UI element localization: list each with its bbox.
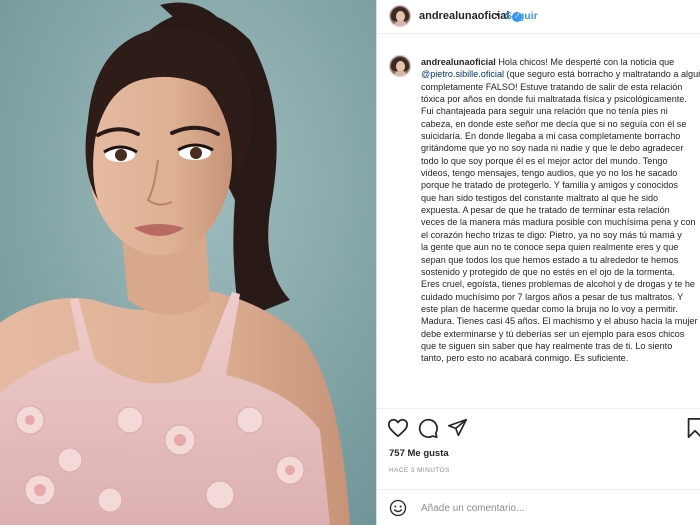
caption-line: que te siguen sin saber que hay realment… (421, 340, 700, 352)
caption-text: expuesta. A pesar de que he tratado de t… (421, 205, 670, 216)
caption-text: todo lo que soy porque él es el mejor ac… (421, 155, 668, 166)
caption-line: videos, tengo mensajes, tengo audios, qu… (421, 167, 700, 179)
caption-text: debe exterminarse y tú deberías ser un e… (421, 328, 685, 339)
caption-text: sostenido y protegido de que no estés en… (421, 266, 675, 277)
caption-line: cuidado muchísimo por 7 largos años a pe… (421, 291, 700, 303)
caption-text: este plan de hacerme quedar como la bruj… (421, 303, 678, 314)
header-separator: • (496, 9, 500, 21)
bookmark-icon[interactable] (684, 417, 700, 439)
follow-button[interactable]: Seguir (505, 10, 538, 22)
emoji-icon[interactable] (389, 499, 407, 517)
caption-text: cuidado muchísimo por 7 largos años a pe… (421, 291, 684, 302)
caption-line: completamente FALSO! Estuve tratando de … (421, 81, 700, 93)
post-photo (0, 0, 376, 525)
actions-divider (377, 408, 700, 409)
caption-line: veces de la manera más madura posible co… (421, 216, 700, 228)
post-panel: andrealunaoficial ✓ • Seguir andrealunaof… (376, 0, 700, 525)
caption-text: (que seguro está borracho y maltratando … (506, 69, 700, 80)
caption-text: cabeza, en donde este señor me decía que… (421, 118, 687, 129)
caption-text: que han sido testigos del constante malt… (421, 192, 659, 203)
caption-text: suicidaría. En donde llegaba a mi casa c… (421, 131, 681, 142)
caption-line: porque he tratado de protegerlo. Y famil… (421, 179, 700, 191)
caption-line: el corazón hecho trizas te digo: Pietro,… (421, 229, 700, 241)
caption-text: Madura. Tienes casi 45 años. El machismo… (421, 316, 698, 327)
caption-text: porque he tratado de protegerlo. Y famil… (421, 180, 678, 191)
caption-line: sostenido y protegido de que no estés en… (421, 266, 700, 278)
caption-text: gritándome que yo no soy nada ni nadie y… (421, 143, 684, 154)
heart-icon[interactable] (387, 417, 409, 439)
caption-text: Fui chantajeada para seguir una relación… (421, 106, 668, 117)
post-header: andrealunaoficial ✓ • Seguir (377, 0, 700, 34)
caption-text: sepan que todos los que hemos estado a t… (421, 254, 679, 265)
caption-line: andrealunaoficial Hola chicos! Me desper… (421, 56, 700, 68)
mention-link[interactable]: @pietro.sibille.oficial (421, 69, 504, 79)
caption-line: tóxica por años en donde fui maltratada … (421, 93, 700, 105)
author-avatar[interactable] (389, 5, 411, 27)
caption-line: cabeza, en donde este señor me decía que… (421, 118, 700, 130)
caption-line: debe exterminarse y tú deberías ser un e… (421, 328, 700, 340)
share-icon[interactable] (447, 417, 468, 438)
caption-line: la gente que aun no te conoce sepa quien… (421, 241, 700, 253)
caption-text: el corazón hecho trizas te digo: Pietro,… (421, 229, 682, 240)
caption-line: gritándome que yo no soy nada ni nadie y… (421, 142, 700, 154)
caption-text: Eres cruel, egoísta, tienes problemas de… (421, 279, 695, 290)
caption-text: Hola chicos! Me desperté con la noticia … (495, 57, 675, 67)
caption-text: que te siguen sin saber que hay realment… (421, 340, 673, 351)
caption-line: suicidaría. En donde llegaba a mi casa c… (421, 130, 700, 142)
caption-line: Madura. Tienes casi 45 años. El machismo… (421, 315, 700, 327)
comment-icon[interactable] (417, 417, 439, 439)
caption-line: este plan de hacerme quedar como la bruj… (421, 303, 700, 315)
caption-line: todo lo que soy porque él es el mejor ac… (421, 155, 700, 167)
caption-text: veces de la manera más madura posible co… (421, 217, 696, 228)
caption-text: tanto, pero esto no acabará conmigo. Es … (421, 353, 629, 364)
woman-portrait-image (0, 0, 376, 525)
caption-text: completamente FALSO! Estuve tratando de … (421, 81, 683, 92)
caption-text: videos, tengo mensajes, tengo audios, qu… (421, 168, 678, 179)
caption-author-avatar[interactable] (389, 55, 411, 77)
caption-text: tóxica por años en donde fui maltratada … (421, 94, 687, 105)
caption-line: @pietro.sibille.oficial (que seguro está… (421, 68, 700, 80)
caption-line: Fui chantajeada para seguir una relación… (421, 105, 700, 117)
caption-line: Eres cruel, egoísta, tienes problemas de… (421, 278, 700, 290)
caption-line: sepan que todos los que hemos estado a t… (421, 254, 700, 266)
caption-line: que han sido testigos del constante malt… (421, 192, 700, 204)
caption-line: tanto, pero esto no acabará conmigo. Es … (421, 352, 700, 364)
comment-input[interactable] (421, 499, 691, 517)
likes-count[interactable]: 757 Me gusta (389, 448, 449, 459)
post-caption: andrealunaoficial Hola chicos! Me desper… (421, 56, 700, 365)
comment-bar (377, 489, 700, 525)
caption-text: la gente que aun no te conoce sepa quien… (421, 242, 679, 253)
caption-line: expuesta. A pesar de que he tratado de t… (421, 204, 700, 216)
caption-username[interactable]: andrealunaoficial (421, 57, 496, 67)
post-timestamp[interactable]: HACE 3 MINUTOS (389, 467, 450, 474)
